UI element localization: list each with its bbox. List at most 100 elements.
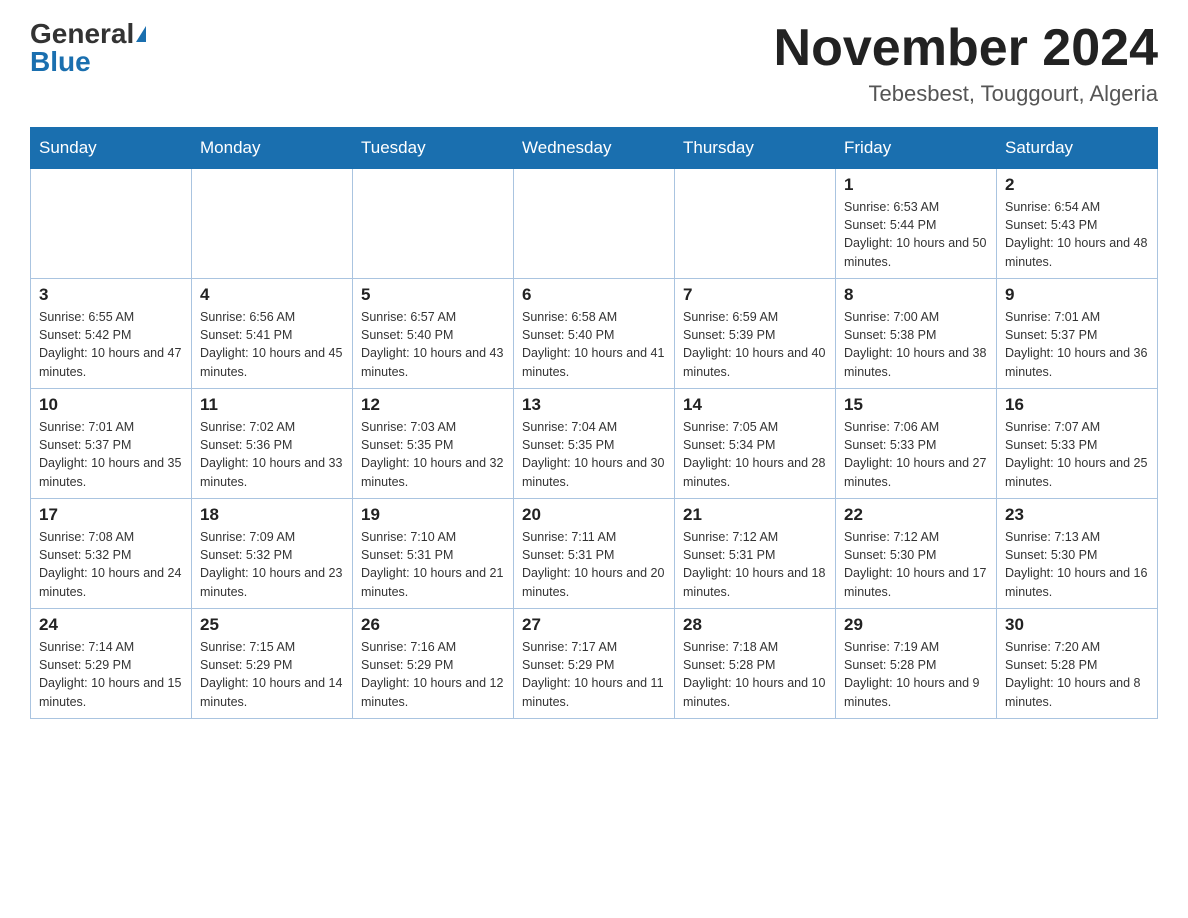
day-info: Sunrise: 7:06 AMSunset: 5:33 PMDaylight:… xyxy=(844,418,988,491)
day-info: Sunrise: 7:00 AMSunset: 5:38 PMDaylight:… xyxy=(844,308,988,381)
logo-blue-text: Blue xyxy=(30,48,91,76)
day-number: 21 xyxy=(683,505,827,525)
weekday-header-saturday: Saturday xyxy=(997,128,1158,169)
calendar-cell: 7Sunrise: 6:59 AMSunset: 5:39 PMDaylight… xyxy=(675,279,836,389)
weekday-header-tuesday: Tuesday xyxy=(353,128,514,169)
day-number: 15 xyxy=(844,395,988,415)
calendar-cell: 29 Sunrise: 7:19 AMSunset: 5:28 PMDayligh… xyxy=(836,609,997,719)
day-info: Sunrise: 7:09 AMSunset: 5:32 PMDaylight:… xyxy=(200,528,344,601)
calendar-cell: 9 Sunrise: 7:01 AMSunset: 5:37 PMDaylight… xyxy=(997,279,1158,389)
day-number: 11 xyxy=(200,395,344,415)
week-row-1: 1 Sunrise: 6:53 AMSunset: 5:44 PMDaylight… xyxy=(31,169,1158,279)
calendar-cell xyxy=(514,169,675,279)
calendar-cell: 27 Sunrise: 7:17 AMSunset: 5:29 PMDayligh… xyxy=(514,609,675,719)
calendar-cell: 5 Sunrise: 6:57 AMSunset: 5:40 PMDaylight… xyxy=(353,279,514,389)
logo-triangle-icon xyxy=(136,26,146,42)
day-number: 14 xyxy=(683,395,827,415)
day-number: 12 xyxy=(361,395,505,415)
calendar-cell: 23 Sunrise: 7:13 AMSunset: 5:30 PMDayligh… xyxy=(997,499,1158,609)
day-info: Sunrise: 7:16 AMSunset: 5:29 PMDaylight:… xyxy=(361,638,505,711)
calendar-cell: 12 Sunrise: 7:03 AMSunset: 5:35 PMDayligh… xyxy=(353,389,514,499)
weekday-header-friday: Friday xyxy=(836,128,997,169)
calendar-cell: 22 Sunrise: 7:12 AMSunset: 5:30 PMDayligh… xyxy=(836,499,997,609)
day-info: Sunrise: 7:14 AMSunset: 5:29 PMDaylight:… xyxy=(39,638,183,711)
calendar-cell: 21 Sunrise: 7:12 AMSunset: 5:31 PMDayligh… xyxy=(675,499,836,609)
day-info: Sunrise: 7:12 AMSunset: 5:31 PMDaylight:… xyxy=(683,528,827,601)
logo: General Blue xyxy=(30,20,146,76)
weekday-header-sunday: Sunday xyxy=(31,128,192,169)
calendar-cell: 30 Sunrise: 7:20 AMSunset: 5:28 PMDayligh… xyxy=(997,609,1158,719)
calendar-cell: 2Sunrise: 6:54 AMSunset: 5:43 PMDaylight… xyxy=(997,169,1158,279)
day-number: 24 xyxy=(39,615,183,635)
day-number: 6 xyxy=(522,285,666,305)
day-info: Sunrise: 6:58 AMSunset: 5:40 PMDaylight:… xyxy=(522,308,666,381)
day-number: 8 xyxy=(844,285,988,305)
day-number: 19 xyxy=(361,505,505,525)
day-number: 27 xyxy=(522,615,666,635)
day-number: 1 xyxy=(844,175,988,195)
logo-general-text: General xyxy=(30,20,134,48)
day-info: Sunrise: 7:04 AMSunset: 5:35 PMDaylight:… xyxy=(522,418,666,491)
calendar-cell: 11 Sunrise: 7:02 AMSunset: 5:36 PMDayligh… xyxy=(192,389,353,499)
calendar-cell: 1 Sunrise: 6:53 AMSunset: 5:44 PMDaylight… xyxy=(836,169,997,279)
calendar-cell: 10 Sunrise: 7:01 AMSunset: 5:37 PMDayligh… xyxy=(31,389,192,499)
day-info: Sunrise: 7:05 AMSunset: 5:34 PMDaylight:… xyxy=(683,418,827,491)
calendar-cell: 15 Sunrise: 7:06 AMSunset: 5:33 PMDayligh… xyxy=(836,389,997,499)
day-info: Sunrise: 7:12 AMSunset: 5:30 PMDaylight:… xyxy=(844,528,988,601)
day-number: 5 xyxy=(361,285,505,305)
location-title: Tebesbest, Touggourt, Algeria xyxy=(774,81,1158,107)
day-number: 25 xyxy=(200,615,344,635)
day-info: Sunrise: 7:03 AMSunset: 5:35 PMDaylight:… xyxy=(361,418,505,491)
day-info: Sunrise: 7:02 AMSunset: 5:36 PMDaylight:… xyxy=(200,418,344,491)
calendar-table: SundayMondayTuesdayWednesdayThursdayFrid… xyxy=(30,127,1158,719)
day-info: Sunrise: 7:01 AMSunset: 5:37 PMDaylight:… xyxy=(39,418,183,491)
month-title: November 2024 xyxy=(774,20,1158,77)
calendar-cell: 8 Sunrise: 7:00 AMSunset: 5:38 PMDaylight… xyxy=(836,279,997,389)
weekday-header-wednesday: Wednesday xyxy=(514,128,675,169)
day-info: Sunrise: 7:11 AMSunset: 5:31 PMDaylight:… xyxy=(522,528,666,601)
calendar-cell: 14 Sunrise: 7:05 AMSunset: 5:34 PMDayligh… xyxy=(675,389,836,499)
day-number: 23 xyxy=(1005,505,1149,525)
day-number: 10 xyxy=(39,395,183,415)
day-info: Sunrise: 7:17 AMSunset: 5:29 PMDaylight:… xyxy=(522,638,666,711)
day-info: Sunrise: 7:08 AMSunset: 5:32 PMDaylight:… xyxy=(39,528,183,601)
calendar-cell: 24 Sunrise: 7:14 AMSunset: 5:29 PMDayligh… xyxy=(31,609,192,719)
day-number: 18 xyxy=(200,505,344,525)
day-info: Sunrise: 6:55 AMSunset: 5:42 PMDaylight:… xyxy=(39,308,183,381)
day-info: Sunrise: 7:19 AMSunset: 5:28 PMDaylight:… xyxy=(844,638,988,711)
day-number: 30 xyxy=(1005,615,1149,635)
day-info: Sunrise: 6:53 AMSunset: 5:44 PMDaylight:… xyxy=(844,198,988,271)
week-row-5: 24 Sunrise: 7:14 AMSunset: 5:29 PMDayligh… xyxy=(31,609,1158,719)
calendar-cell: 16Sunrise: 7:07 AMSunset: 5:33 PMDayligh… xyxy=(997,389,1158,499)
day-info: Sunrise: 7:13 AMSunset: 5:30 PMDaylight:… xyxy=(1005,528,1149,601)
day-number: 9 xyxy=(1005,285,1149,305)
calendar-cell xyxy=(353,169,514,279)
calendar-cell: 25 Sunrise: 7:15 AMSunset: 5:29 PMDayligh… xyxy=(192,609,353,719)
calendar-cell: 18 Sunrise: 7:09 AMSunset: 5:32 PMDayligh… xyxy=(192,499,353,609)
calendar-cell xyxy=(675,169,836,279)
calendar-cell: 26Sunrise: 7:16 AMSunset: 5:29 PMDayligh… xyxy=(353,609,514,719)
day-info: Sunrise: 7:07 AMSunset: 5:33 PMDaylight:… xyxy=(1005,418,1149,491)
title-section: November 2024 Tebesbest, Touggourt, Alge… xyxy=(774,20,1158,107)
day-number: 3 xyxy=(39,285,183,305)
calendar-cell xyxy=(31,169,192,279)
day-info: Sunrise: 6:57 AMSunset: 5:40 PMDaylight:… xyxy=(361,308,505,381)
calendar-cell: 17Sunrise: 7:08 AMSunset: 5:32 PMDayligh… xyxy=(31,499,192,609)
weekday-header-row: SundayMondayTuesdayWednesdayThursdayFrid… xyxy=(31,128,1158,169)
calendar-cell: 20 Sunrise: 7:11 AMSunset: 5:31 PMDayligh… xyxy=(514,499,675,609)
page-header: General Blue November 2024 Tebesbest, To… xyxy=(30,20,1158,107)
day-info: Sunrise: 7:18 AMSunset: 5:28 PMDaylight:… xyxy=(683,638,827,711)
day-number: 2 xyxy=(1005,175,1149,195)
calendar-cell: 3 Sunrise: 6:55 AMSunset: 5:42 PMDaylight… xyxy=(31,279,192,389)
day-number: 20 xyxy=(522,505,666,525)
day-info: Sunrise: 7:01 AMSunset: 5:37 PMDaylight:… xyxy=(1005,308,1149,381)
day-info: Sunrise: 7:15 AMSunset: 5:29 PMDaylight:… xyxy=(200,638,344,711)
day-number: 29 xyxy=(844,615,988,635)
week-row-4: 17Sunrise: 7:08 AMSunset: 5:32 PMDayligh… xyxy=(31,499,1158,609)
day-number: 28 xyxy=(683,615,827,635)
day-info: Sunrise: 7:20 AMSunset: 5:28 PMDaylight:… xyxy=(1005,638,1149,711)
week-row-2: 3 Sunrise: 6:55 AMSunset: 5:42 PMDaylight… xyxy=(31,279,1158,389)
calendar-cell: 4Sunrise: 6:56 AMSunset: 5:41 PMDaylight… xyxy=(192,279,353,389)
calendar-cell xyxy=(192,169,353,279)
day-number: 22 xyxy=(844,505,988,525)
